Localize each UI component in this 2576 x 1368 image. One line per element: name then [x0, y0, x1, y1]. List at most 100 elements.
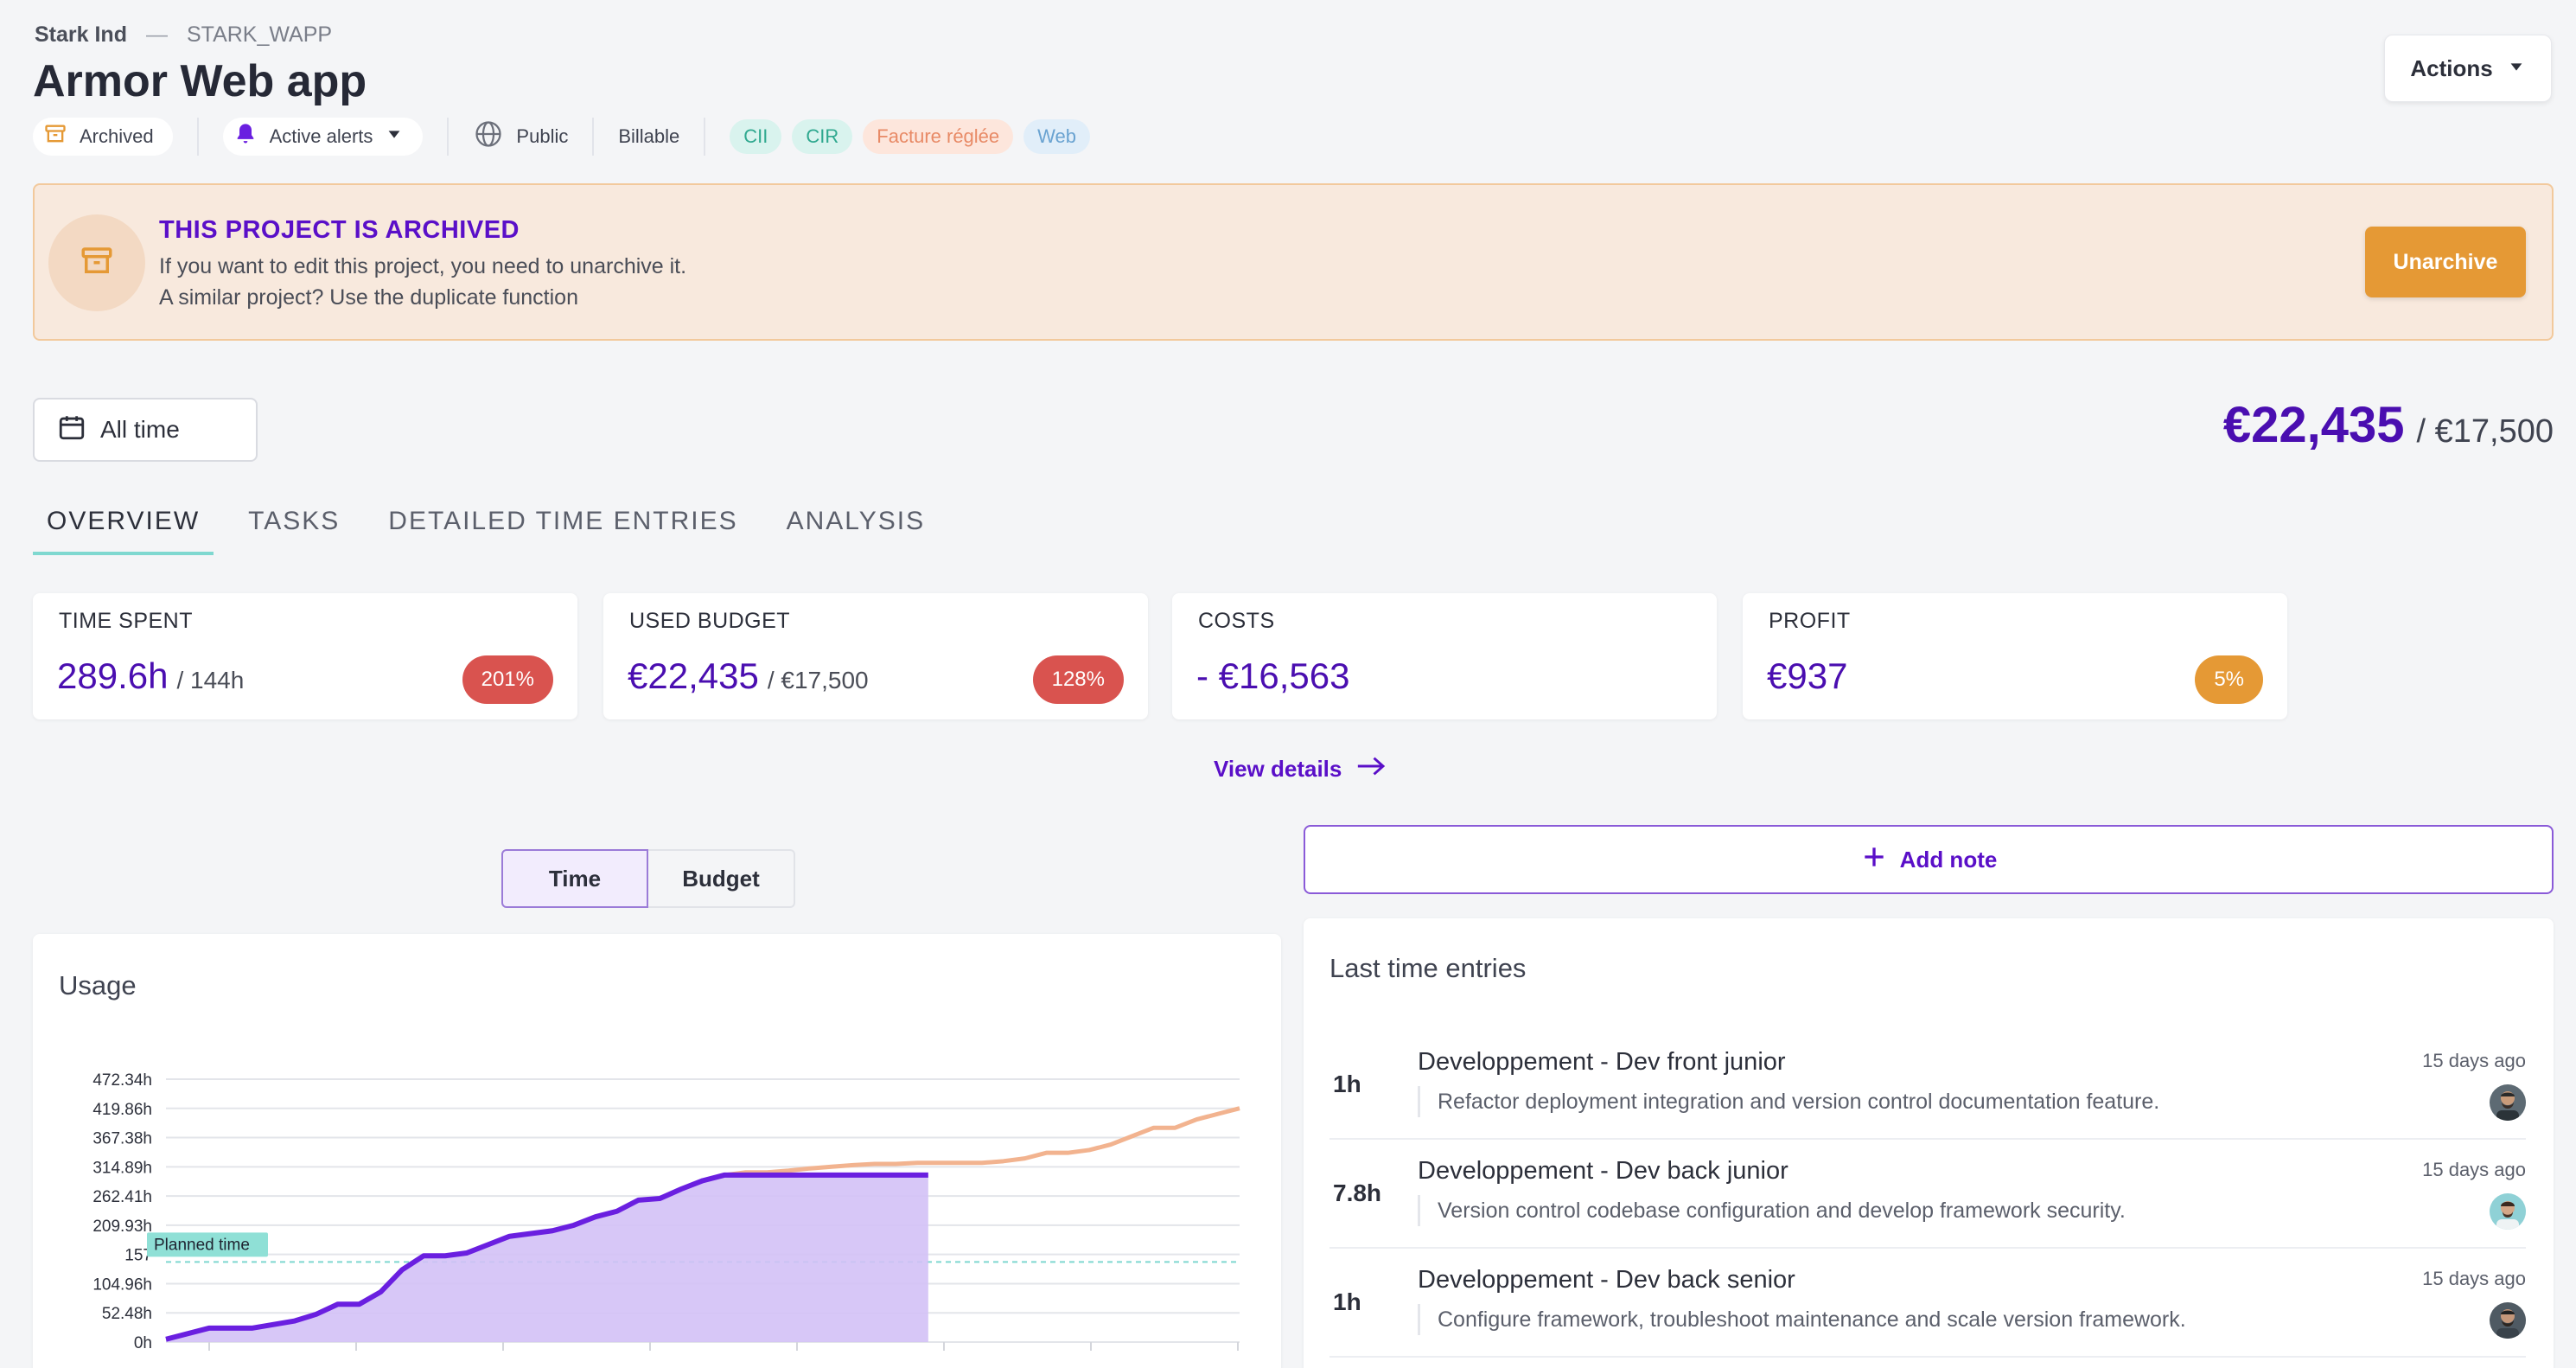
series-actual-area	[166, 1174, 928, 1342]
date-range-picker[interactable]: All time	[33, 398, 258, 462]
kpi-label: TIME SPENT	[59, 609, 194, 633]
caret-down-icon	[385, 125, 404, 149]
chart-mode-toggle: Time Budget	[501, 849, 795, 908]
entry-description: Configure framework, troubleshoot mainte…	[1418, 1304, 2186, 1335]
meta-divider	[447, 118, 450, 156]
archived-chip[interactable]: Archived	[33, 118, 173, 156]
tab-tasks[interactable]: TASKS	[234, 507, 354, 555]
budget-total: €22,435 / €17,500	[2223, 396, 2554, 454]
usage-card: Usage 0h 52.48h 104.96h 157 209.93h 262.41h 31…	[33, 934, 1281, 1368]
kpi-badge: 201%	[462, 655, 553, 704]
y-tick-label: 472.34h	[92, 1071, 152, 1090]
meta-divider	[704, 118, 706, 156]
time-entry-row[interactable]: 1h Developpement - Dev back senior Confi…	[1329, 1249, 2526, 1358]
kpi-label: PROFIT	[1769, 609, 1851, 633]
toggle-budget[interactable]: Budget	[648, 849, 795, 908]
archived-label: Archived	[80, 125, 154, 147]
kpi-badge: 5%	[2195, 655, 2263, 704]
tab-overview[interactable]: OVERVIEW	[33, 507, 214, 555]
kpi-main-value: 289.6h	[57, 655, 169, 696]
archived-banner: THIS PROJECT IS ARCHIVED If you want to …	[33, 183, 2554, 341]
plus-icon	[1860, 843, 1888, 877]
banner-line-2: A similar project? Use the duplicate fun…	[159, 285, 578, 310]
y-tick-label: 419.86h	[92, 1101, 152, 1119]
entry-description: Version control codebase configuration a…	[1418, 1195, 2126, 1226]
add-note-button[interactable]: Add note	[1304, 825, 2554, 894]
actions-button[interactable]: Actions	[2384, 35, 2552, 102]
kpi-sub-value: / €17,500	[767, 667, 869, 694]
view-details-label: View details	[1214, 756, 1342, 782]
y-tick-label: 262.41h	[92, 1188, 152, 1206]
visibility-indicator[interactable]: Public	[473, 118, 568, 155]
org-name[interactable]: Stark Ind	[35, 22, 127, 48]
entry-task: Developpement - Dev front junior	[1418, 1048, 1786, 1076]
kpi-sub-value: / 144h	[176, 667, 245, 694]
entry-task: Developpement - Dev back junior	[1418, 1157, 1789, 1185]
tag-cii[interactable]: CII	[730, 119, 782, 154]
kpi-label: COSTS	[1198, 609, 1275, 633]
tag-web[interactable]: Web	[1023, 119, 1090, 154]
usage-chart: 0h52.48h104.96h157209.93h262.41h314.89h3…	[92, 1071, 1240, 1352]
y-tick-label: 367.38h	[92, 1130, 152, 1148]
tab-analysis[interactable]: ANALYSIS	[773, 507, 940, 555]
view-details-link[interactable]: View details	[1214, 754, 1387, 784]
budget-total-amount: / €17,500	[2416, 413, 2554, 450]
add-note-label: Add note	[1899, 846, 1998, 873]
entry-description: Refactor deployment integration and vers…	[1418, 1086, 2159, 1117]
meta-divider	[592, 118, 595, 156]
meta-divider	[196, 118, 199, 156]
kpi-used-budget: USED BUDGET €22,435 / €17,500 128%	[603, 593, 1148, 719]
avatar[interactable]	[2490, 1084, 2526, 1121]
banner-line-1: If you want to edit this project, you ne…	[159, 254, 687, 278]
y-tick-label: 104.96h	[92, 1275, 152, 1294]
banner-title: THIS PROJECT IS ARCHIVED	[159, 216, 520, 244]
kpi-value: 289.6h / 144h	[57, 655, 244, 697]
project-code: STARK_WAPP	[186, 22, 333, 47]
kpi-label: USED BUDGET	[629, 609, 791, 633]
series-forecast-line	[702, 1106, 1240, 1183]
alerts-label: Active alerts	[269, 125, 373, 147]
kpi-main-value: €22,435	[628, 655, 759, 696]
kpi-time-spent: TIME SPENT 289.6h / 144h 201%	[33, 593, 577, 719]
time-entry-row[interactable]: 7.8h Developpement - Dev back junior Ver…	[1329, 1140, 2526, 1249]
kpi-badge: 128%	[1032, 655, 1124, 704]
entry-hours: 1h	[1333, 1071, 1361, 1097]
y-tick-label: 314.89h	[92, 1159, 152, 1177]
entry-time-ago: 15 days ago	[2422, 1268, 2526, 1289]
kpi-value: €937	[1767, 655, 1847, 697]
date-range-label: All time	[100, 416, 180, 443]
globe-icon	[473, 118, 504, 155]
caret-down-icon	[2507, 55, 2526, 82]
alerts-dropdown[interactable]: Active alerts	[222, 118, 424, 156]
page-title: Armor Web app	[33, 56, 367, 106]
tab-detailed-time-entries[interactable]: DETAILED TIME ENTRIES	[374, 507, 751, 555]
tag-cir[interactable]: CIR	[792, 119, 853, 154]
tag-facture-reglee[interactable]: Facture réglée	[863, 119, 1014, 154]
unarchive-button[interactable]: Unarchive	[2365, 227, 2526, 297]
entries-title: Last time entries	[1329, 953, 1527, 983]
entry-hours: 1h	[1333, 1288, 1361, 1315]
entry-time-ago: 15 days ago	[2422, 1050, 2526, 1071]
entry-time-ago: 15 days ago	[2422, 1159, 2526, 1180]
breadcrumb: Stark Ind — STARK_WAPP	[35, 22, 332, 48]
archive-box-icon	[79, 243, 115, 284]
billable-indicator: Billable	[618, 125, 679, 148]
entry-hours: 7.8h	[1333, 1179, 1382, 1206]
planned-time-label: Planned time	[154, 1236, 250, 1254]
project-tabs: OVERVIEW TASKS DETAILED TIME ENTRIES ANA…	[33, 507, 960, 555]
time-entry-row[interactable]: 1h Developpement - Dev front junior Refa…	[1329, 1031, 2526, 1140]
kpi-main-value: - €16,563	[1196, 655, 1350, 696]
archive-icon-circle	[48, 214, 145, 311]
visibility-label: Public	[516, 125, 569, 147]
y-tick-label: 0h	[134, 1334, 152, 1352]
archive-box-icon	[43, 122, 67, 151]
avatar[interactable]	[2490, 1193, 2526, 1230]
kpi-profit: PROFIT €937 5%	[1743, 593, 2287, 719]
calendar-icon	[57, 412, 86, 448]
y-tick-label: 209.93h	[92, 1218, 152, 1236]
avatar[interactable]	[2490, 1302, 2526, 1339]
kpi-main-value: €937	[1767, 655, 1848, 696]
kpi-value: €22,435 / €17,500	[628, 655, 869, 697]
arrow-right-icon	[1355, 754, 1387, 784]
toggle-time[interactable]: Time	[501, 849, 648, 908]
